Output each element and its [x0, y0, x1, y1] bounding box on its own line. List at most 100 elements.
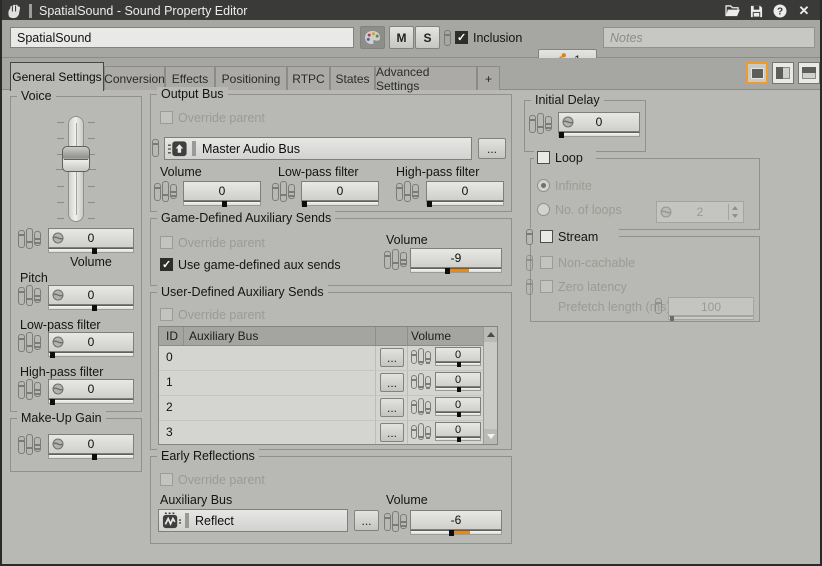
ob-highpass-label: High-pass filter	[396, 165, 479, 179]
makeup-gain-field[interactable]: 0	[48, 434, 134, 454]
ob-lowpass-indicators[interactable]	[272, 181, 295, 202]
use-game-defined-aux-checkbox[interactable]	[160, 258, 173, 271]
editor-toolbar: M S Inclusion 1	[2, 20, 820, 58]
tab-conversion[interactable]: Conversion	[104, 66, 165, 90]
ob-volume-slider[interactable]	[183, 201, 261, 206]
lowpass-slider[interactable]	[48, 352, 134, 357]
tab-general-settings[interactable]: General Settings	[10, 62, 104, 91]
pitch-indicators[interactable]	[18, 285, 41, 306]
mute-button[interactable]: M	[389, 26, 414, 49]
voice-volume-indicators[interactable]	[18, 228, 41, 249]
row-volume-slider[interactable]	[435, 387, 481, 391]
initial-delay-indicators[interactable]	[529, 113, 552, 134]
lowpass-field[interactable]: 0	[48, 332, 134, 352]
open-folder-icon[interactable]	[722, 3, 742, 19]
output-bus-indicator[interactable]	[152, 139, 159, 157]
er-browse-button[interactable]: ...	[354, 510, 379, 531]
row-volume-field[interactable]: 0	[435, 347, 481, 362]
lowpass-value: 0	[88, 335, 95, 349]
row-browse-button[interactable]: ...	[380, 398, 404, 417]
game-aux-title: Game-Defined Auxiliary Sends	[157, 211, 335, 225]
pitch-label: Pitch	[20, 271, 48, 285]
lowpass-indicators[interactable]	[18, 332, 41, 353]
loop-count-field: 2	[656, 201, 744, 223]
er-volume-field[interactable]: -6	[410, 510, 502, 530]
initial-delay-slider[interactable]	[558, 132, 640, 137]
row-volume-slider[interactable]	[435, 362, 481, 366]
pitch-value: 0	[88, 288, 95, 302]
row-volume-field[interactable]: 0	[435, 372, 481, 387]
er-aux-bus-field[interactable]: Reflect	[158, 509, 348, 532]
save-icon[interactable]	[746, 3, 766, 19]
row-volume-indicators[interactable]	[411, 398, 431, 415]
tab-states[interactable]: States	[330, 66, 375, 90]
row-volume-slider[interactable]	[435, 412, 481, 416]
tab-advanced-settings[interactable]: Advanced Settings	[375, 66, 477, 90]
notes-input[interactable]	[603, 27, 815, 48]
voice-volume-slider[interactable]	[48, 248, 134, 253]
close-icon[interactable]: ✕	[794, 3, 814, 19]
object-name-input[interactable]	[10, 27, 354, 48]
pitch-field[interactable]: 0	[48, 285, 134, 305]
ob-volume-indicators[interactable]	[154, 181, 177, 202]
er-volume-indicators[interactable]	[384, 511, 407, 532]
color-palette-button[interactable]	[360, 26, 385, 49]
ob-lowpass-field[interactable]: 0	[301, 181, 379, 201]
row-browse-button[interactable]: ...	[380, 373, 404, 392]
fader-tick	[88, 218, 95, 219]
highpass-slider[interactable]	[48, 399, 134, 404]
scroll-up-button[interactable]	[484, 327, 497, 342]
voice-volume-fader-handle[interactable]	[62, 146, 90, 172]
svg-text:?: ?	[777, 7, 783, 18]
inclusion-checkbox[interactable]	[455, 31, 468, 44]
ob-volume-field[interactable]: 0	[183, 181, 261, 201]
table-scrollbar[interactable]	[483, 327, 497, 444]
ob-highpass-indicators[interactable]	[396, 181, 419, 202]
stream-checkbox[interactable]	[540, 230, 553, 243]
output-bus-browse-button[interactable]: ...	[478, 138, 506, 159]
gda-volume-slider[interactable]	[410, 268, 502, 273]
row-volume-indicators[interactable]	[411, 423, 431, 440]
fader-tick	[57, 138, 64, 139]
drag-handle[interactable]	[185, 513, 189, 528]
row-id: 0	[166, 350, 173, 364]
row-volume-indicators[interactable]	[411, 348, 431, 365]
makeup-gain-indicators[interactable]	[18, 434, 41, 455]
randomizer-icon	[52, 438, 64, 450]
drag-handle[interactable]	[192, 141, 196, 156]
loop-checkbox[interactable]	[537, 151, 550, 164]
row-volume-slider[interactable]	[435, 437, 481, 441]
row-browse-button[interactable]: ...	[380, 423, 404, 442]
solo-button[interactable]: S	[415, 26, 440, 49]
inclusion-indicator-icon[interactable]	[444, 30, 451, 46]
pitch-slider[interactable]	[48, 305, 134, 310]
layout-single-pane-button[interactable]	[746, 62, 768, 84]
voice-volume-field[interactable]: 0	[48, 228, 134, 248]
highpass-field[interactable]: 0	[48, 379, 134, 399]
tab-rtpc[interactable]: RTPC	[287, 66, 330, 90]
makeup-gain-slider[interactable]	[48, 454, 134, 459]
row-browse-button[interactable]: ...	[380, 348, 404, 367]
row-volume-indicators[interactable]	[411, 373, 431, 390]
ob-highpass-slider[interactable]	[426, 201, 504, 206]
er-volume-label: Volume	[386, 493, 428, 507]
layout-split-vertical-button[interactable]	[772, 62, 794, 84]
ob-highpass-field[interactable]: 0	[426, 181, 504, 201]
gda-volume-indicators[interactable]	[384, 249, 407, 270]
layout-split-horizontal-button[interactable]	[798, 62, 820, 84]
initial-delay-field[interactable]: 0	[558, 112, 640, 132]
highpass-indicators[interactable]	[18, 379, 41, 400]
help-icon[interactable]: ?	[770, 3, 790, 19]
stream-indicator[interactable]	[526, 229, 533, 245]
row-volume-field[interactable]: 0	[435, 397, 481, 412]
gda-volume-field[interactable]: -9	[410, 248, 502, 268]
tab-add[interactable]: +	[477, 66, 500, 90]
er-volume-slider[interactable]	[410, 530, 502, 535]
row-volume-field[interactable]: 0	[435, 422, 481, 437]
scroll-down-button[interactable]	[484, 429, 497, 444]
randomizer-icon	[660, 206, 672, 218]
use-game-defined-aux-label: Use game-defined aux sends	[178, 258, 341, 272]
title-bar: SpatialSound - Sound Property Editor ? ✕	[0, 0, 822, 22]
output-bus-field[interactable]: Master Audio Bus	[164, 137, 472, 160]
ob-lowpass-slider[interactable]	[301, 201, 379, 206]
